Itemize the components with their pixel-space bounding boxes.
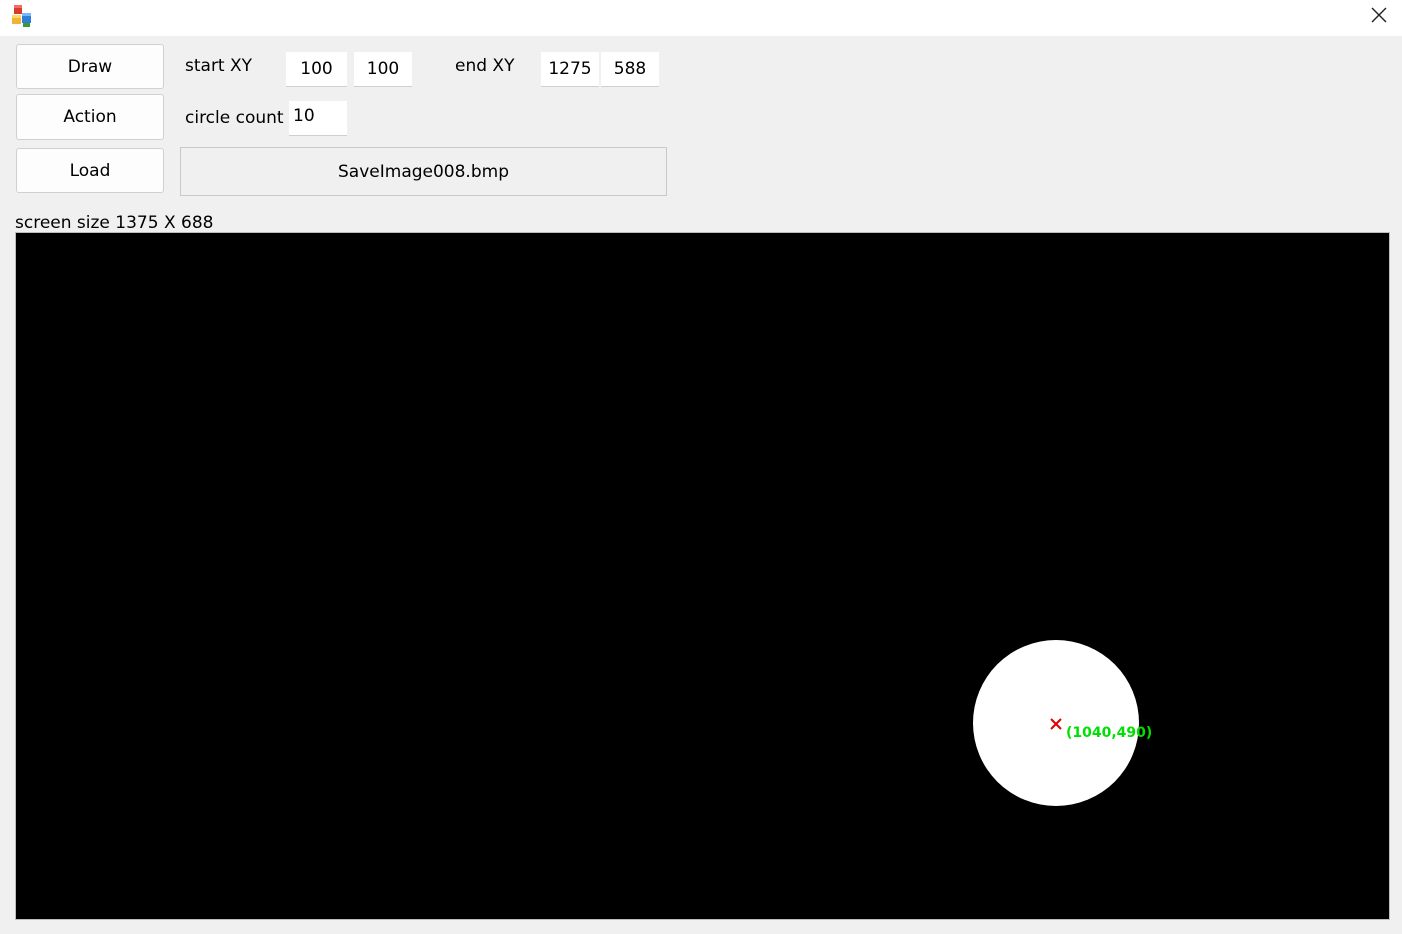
start-y-input[interactable]: 100 bbox=[354, 52, 412, 87]
center-cross-icon bbox=[1049, 716, 1063, 730]
title-bar bbox=[0, 0, 1402, 36]
circle-count-input[interactable]: 10 bbox=[289, 101, 347, 136]
screen-size-label: screen size 1375 X 688 bbox=[15, 213, 214, 233]
draw-button[interactable]: Draw bbox=[16, 44, 164, 89]
drawing-canvas[interactable]: (1040,490) bbox=[15, 232, 1390, 920]
start-xy-label: start XY bbox=[185, 56, 253, 76]
app-blocks-icon bbox=[10, 3, 36, 29]
file-name-display: SaveImage008.bmp bbox=[180, 147, 667, 196]
start-x-input[interactable]: 100 bbox=[286, 52, 347, 87]
circle-count-label: circle count bbox=[185, 108, 284, 128]
end-y-input[interactable]: 588 bbox=[601, 52, 659, 87]
close-icon[interactable] bbox=[1356, 0, 1402, 30]
load-button[interactable]: Load bbox=[16, 148, 164, 193]
end-x-input[interactable]: 1275 bbox=[541, 52, 599, 87]
action-button[interactable]: Action bbox=[16, 94, 164, 140]
app-window: Draw Action Load start XY 100 100 end XY… bbox=[0, 0, 1402, 934]
center-coordinate-label: (1040,490) bbox=[1066, 725, 1153, 741]
end-xy-label: end XY bbox=[455, 56, 515, 76]
